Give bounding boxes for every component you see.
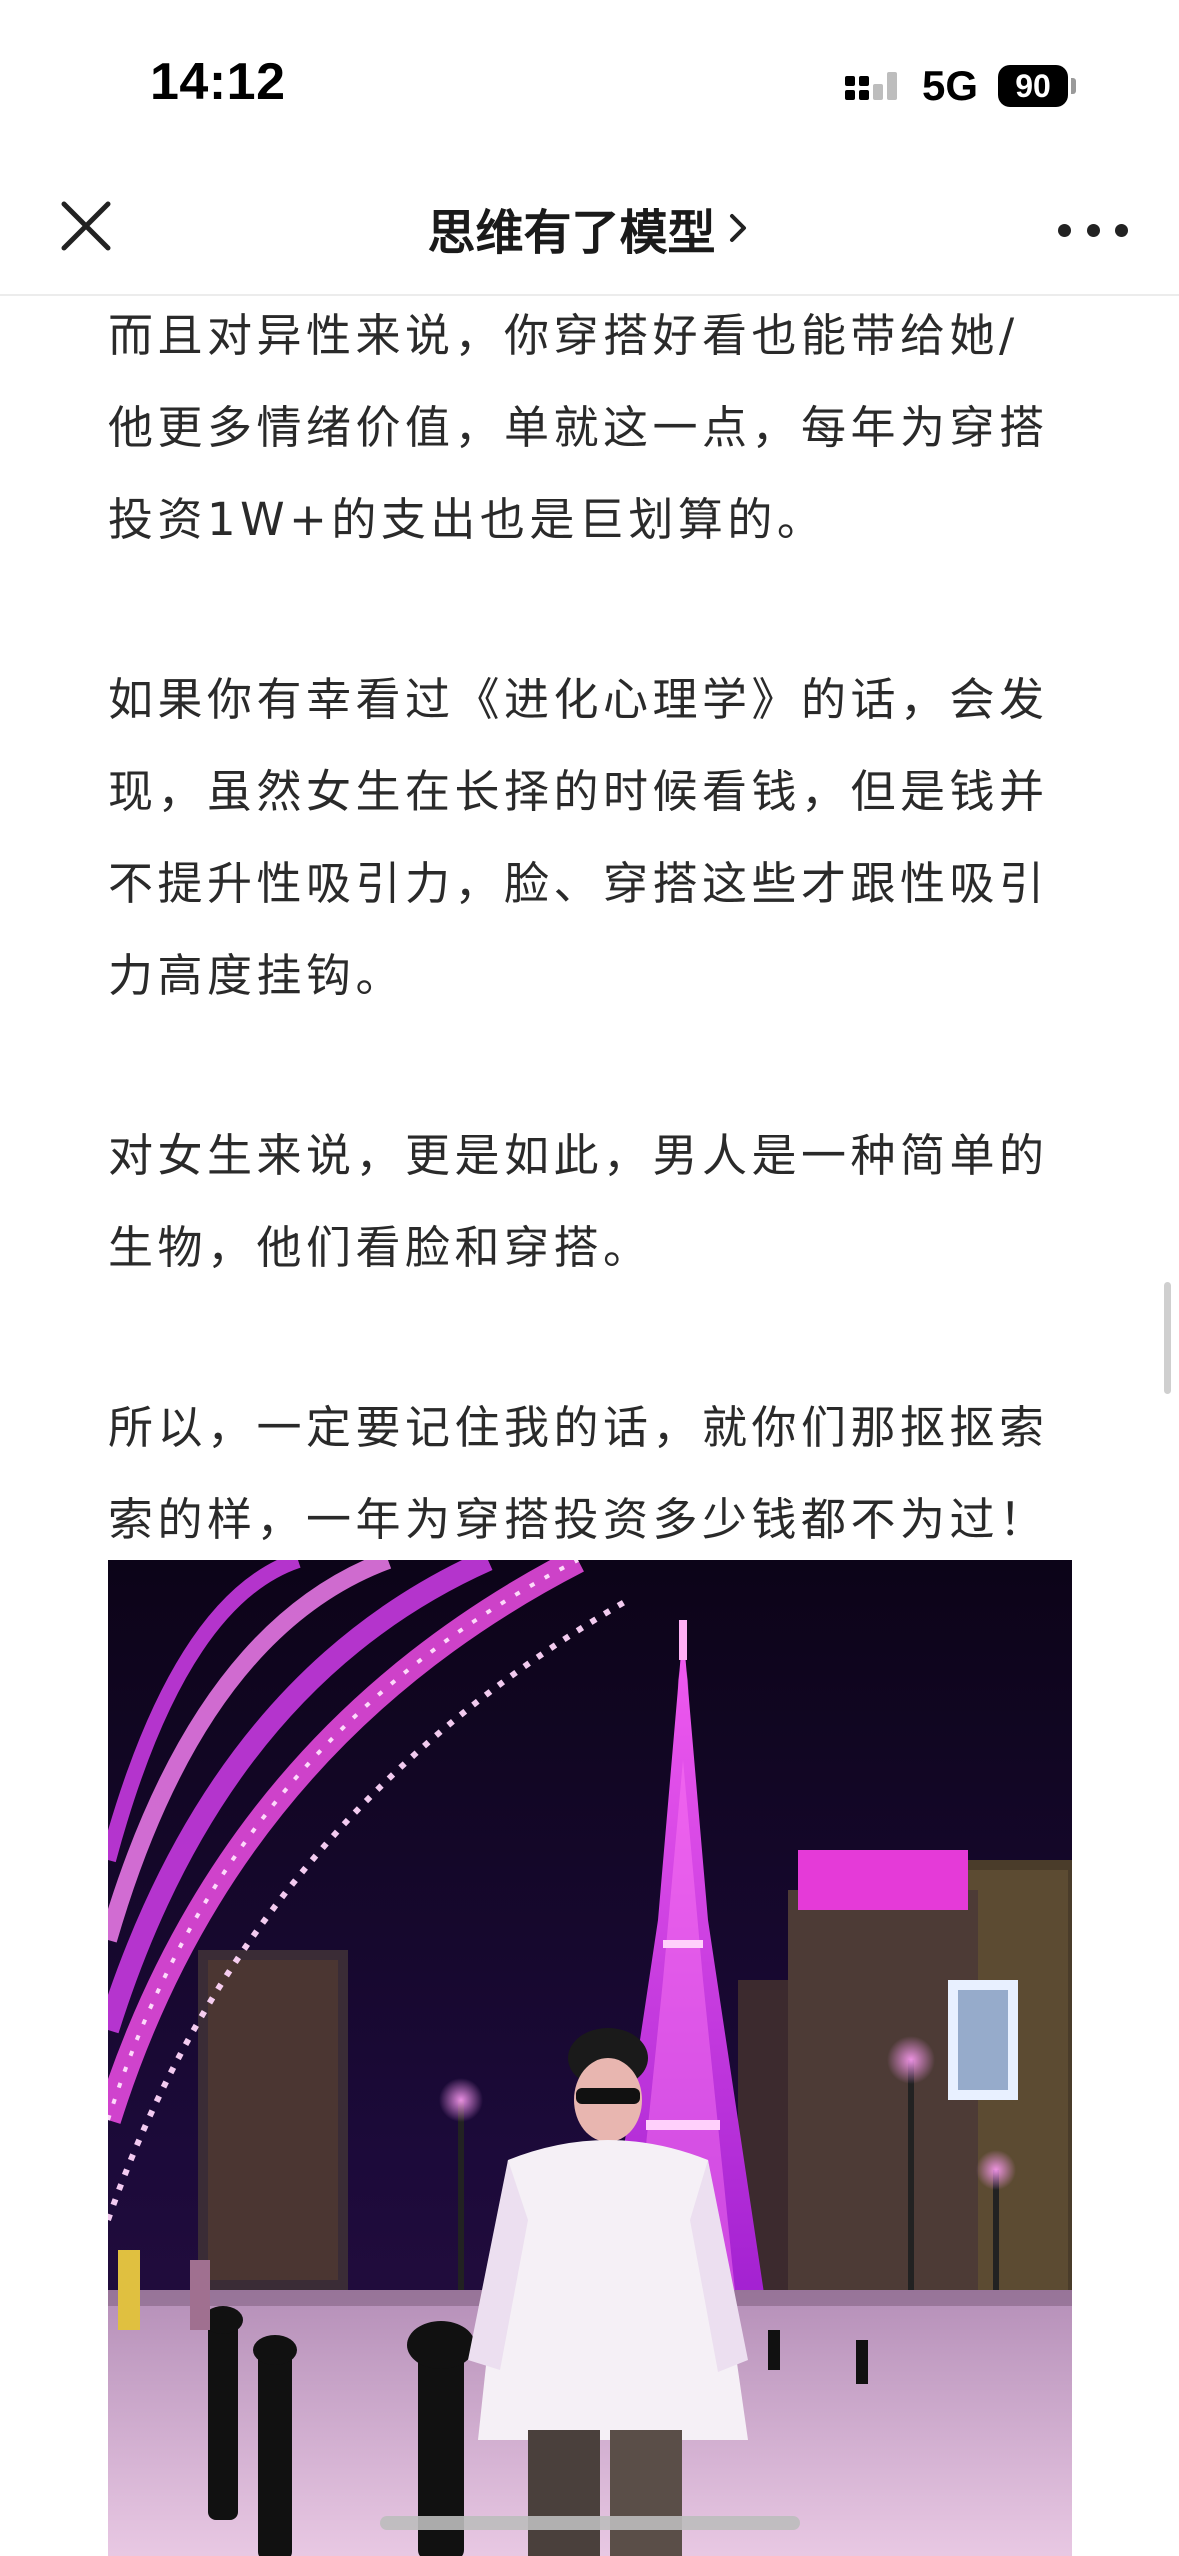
battery-icon: 90 (998, 65, 1068, 107)
article-paragraph-2: 如果你有幸看过《进化心理学》的话，会发 现，虽然女生在长择的时候看钱，但是钱并 … (108, 654, 1072, 1022)
line: 而且对异性来说，你穿搭好看也能带给她/ (108, 309, 1019, 362)
line: 如果你有幸看过《进化心理学》的话，会发 (108, 673, 1049, 726)
line: 对女生来说，更是如此，男人是一种简单的 (108, 1129, 1049, 1182)
more-dot (1115, 223, 1128, 237)
article-body: 而且对异性来说，你穿搭好看也能带给她/ 他更多情绪价值，单就这一点，每年为穿搭 … (108, 294, 1072, 1566)
line: 投资1W+的支出也是巨划算的。 (108, 493, 827, 546)
home-indicator[interactable] (380, 2516, 800, 2530)
more-dot (1086, 223, 1100, 237)
article-photo[interactable] (108, 1560, 1072, 2556)
article-paragraph-1: 而且对异性来说，你穿搭好看也能带给她/ 他更多情绪价值，单就这一点，每年为穿搭 … (108, 290, 1072, 566)
line: 索的样，一年为穿搭投资多少钱都不为过！ (108, 1493, 1049, 1546)
network-type: 5G (922, 62, 979, 109)
status-time: 14:12 (150, 53, 286, 111)
page-title: 思维有了模型 (427, 205, 716, 261)
status-bar: 14:12 5G 90 (0, 0, 1179, 170)
line: 力高度挂钩。 (108, 949, 406, 1002)
line: 所以，一定要记住我的话，就你们那抠抠索 (108, 1401, 1049, 1454)
line: 生物，他们看脸和穿搭。 (108, 1221, 653, 1274)
photo-scene (108, 1560, 1072, 2556)
battery-cap (1071, 78, 1076, 94)
line: 不提升性吸引力，脸、穿搭这些才跟性吸引 (108, 857, 1049, 910)
chevron-right-icon (729, 214, 746, 242)
account-name-link[interactable]: 思维有了模型 (0, 196, 1179, 261)
cellular-signal-icon (845, 72, 897, 100)
scroll-indicator[interactable] (1164, 1282, 1171, 1394)
article-paragraph-3: 对女生来说，更是如此，男人是一种简单的 生物，他们看脸和穿搭。 (108, 1110, 1072, 1294)
more-options-icon[interactable] (1058, 212, 1128, 248)
screen: 14:12 5G 90 思维有了模型 而且对异性来说，你穿搭好看也能带给她/ 他… (0, 0, 1179, 2556)
line: 现，虽然女生在长择的时候看钱，但是钱并 (108, 765, 1049, 818)
article-paragraph-4: 所以，一定要记住我的话，就你们那抠抠索 索的样，一年为穿搭投资多少钱都不为过！ (108, 1382, 1072, 1566)
nav-bar: 思维有了模型 (0, 170, 1179, 296)
line: 他更多情绪价值，单就这一点，每年为穿搭 (108, 401, 1049, 454)
more-dot (1058, 223, 1071, 237)
battery-level: 90 (1015, 67, 1051, 104)
